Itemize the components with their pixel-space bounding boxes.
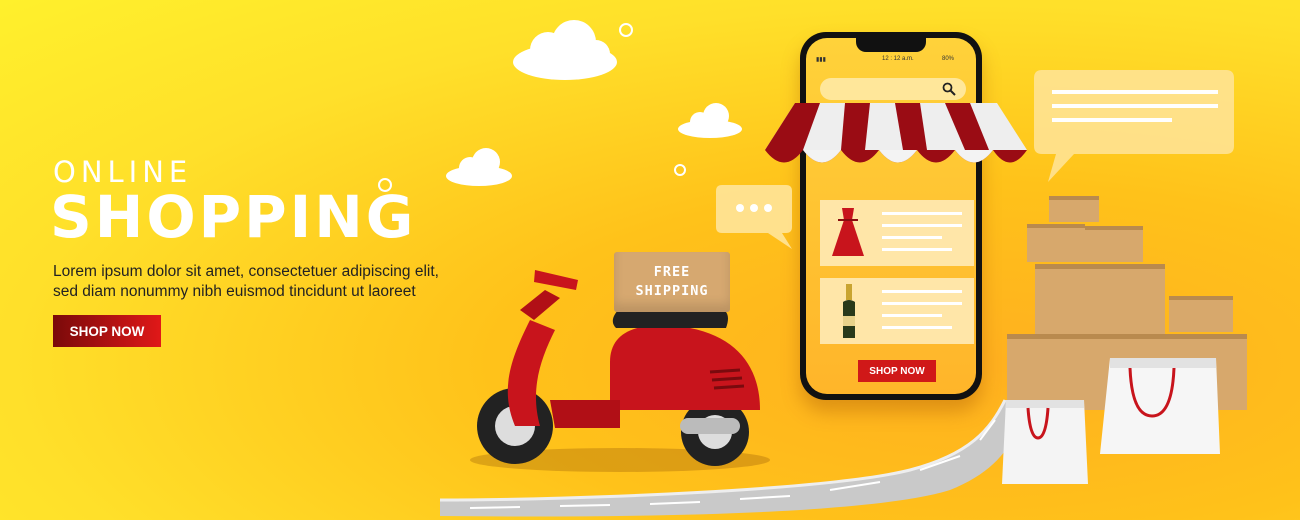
cloud-icon	[678, 103, 742, 138]
text-line	[882, 224, 962, 227]
text-line	[882, 314, 942, 317]
free-shipping-line-2: SHIPPING	[635, 283, 709, 299]
free-shipping-line-1: FREE	[653, 264, 691, 280]
headline-shopping: SHOPPING	[50, 183, 417, 251]
free-shipping-box: FREE SHIPPING	[614, 252, 730, 312]
product-card-dress[interactable]	[820, 200, 974, 266]
description-line-1: Lorem ipsum dolor sit amet, consectetuer…	[53, 263, 439, 280]
product-card-wine[interactable]	[820, 278, 974, 344]
cloud-icon	[446, 148, 512, 186]
phone-notch	[856, 38, 926, 52]
chat-bubble-text-icon	[1034, 70, 1234, 182]
phone-time: 12 : 12 a.m.	[882, 56, 914, 62]
red-dress-icon	[832, 208, 864, 256]
signal-icon: ▮▮▮	[816, 57, 826, 63]
phone-mockup: ▮▮▮ 12 : 12 a.m. 80% SHOP NOW	[800, 32, 982, 400]
bubble-circle-icon	[674, 164, 686, 176]
text-line	[882, 302, 962, 305]
phone-shop-now-button[interactable]: SHOP NOW	[858, 360, 936, 382]
text-line	[882, 248, 952, 251]
shopping-bags-illustration	[1002, 358, 1220, 484]
text-line	[882, 290, 962, 293]
search-icon	[942, 82, 956, 96]
text-line	[882, 326, 952, 329]
text-line	[882, 236, 942, 239]
banner: ONLINE SHOPPING Lorem ipsum dolor sit am…	[0, 0, 1300, 520]
bubble-circle-icon	[619, 23, 633, 37]
wine-bottle-icon	[843, 284, 855, 338]
phone-screen: ▮▮▮ 12 : 12 a.m. 80% SHOP NOW	[806, 38, 976, 394]
shop-now-button[interactable]: SHOP NOW	[53, 315, 161, 347]
phone-status-bar: ▮▮▮ 12 : 12 a.m. 80%	[806, 56, 976, 68]
chat-bubble-dots-icon	[716, 185, 792, 249]
text-line	[882, 212, 962, 215]
awning-illustration	[765, 103, 1027, 163]
description-line-2: sed diam nonummy nibh euismod tincidunt …	[53, 283, 416, 300]
hero-description: Lorem ipsum dolor sit amet, consectetuer…	[53, 262, 453, 302]
phone-battery: 80%	[942, 56, 955, 62]
